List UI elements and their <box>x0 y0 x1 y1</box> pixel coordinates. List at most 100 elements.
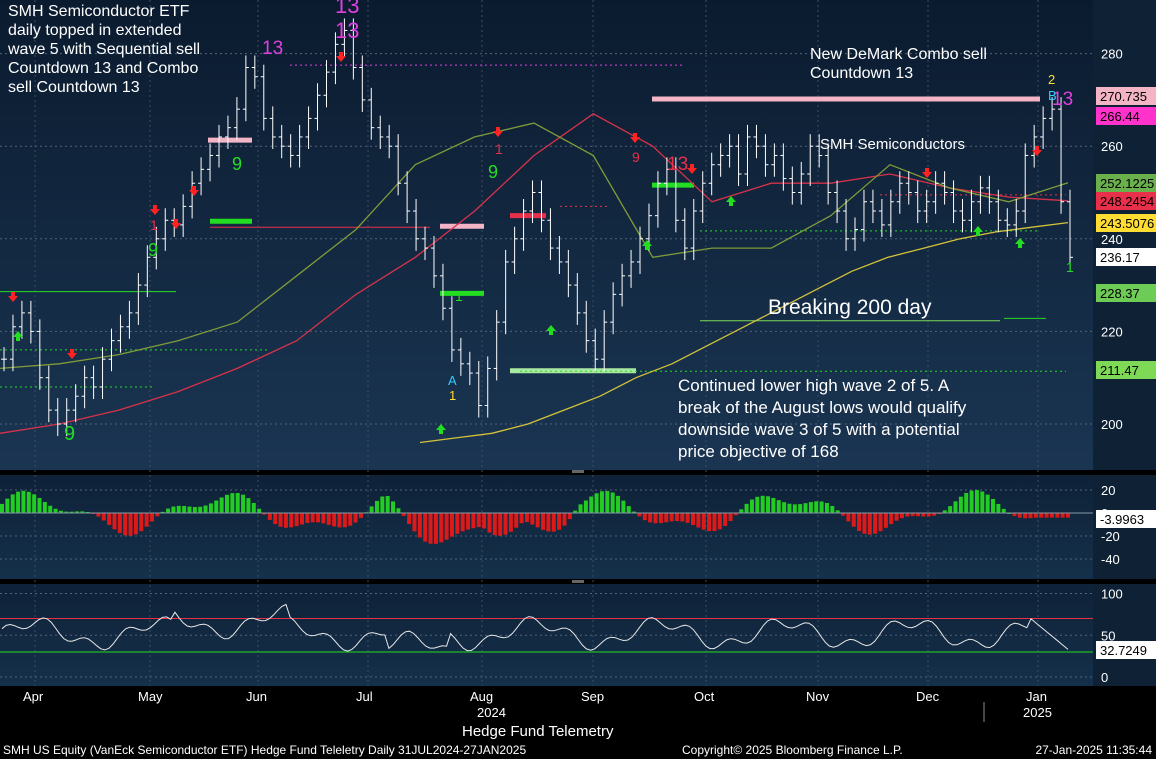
oscillator-bar <box>112 513 117 530</box>
oscillator-bar <box>685 513 690 523</box>
oscillator-bar <box>230 493 235 513</box>
price-tag-text: 228.37 <box>1100 286 1140 301</box>
annotation-line: daily topped in extended <box>8 22 181 39</box>
price-tag-text: 236.17 <box>1100 250 1140 265</box>
oscillator-bar <box>96 513 101 517</box>
oscillator-bar <box>530 513 535 525</box>
splitter-handle[interactable] <box>572 580 584 583</box>
oscillator-bar <box>674 513 679 521</box>
oscillator-bar <box>782 502 787 513</box>
oscillator-bar <box>926 513 931 517</box>
oscillator-bar <box>567 513 572 520</box>
oscillator-bar <box>305 513 310 524</box>
oscillator-bar <box>862 513 867 534</box>
oscillator-bar <box>583 500 588 513</box>
oscillator-bar <box>417 513 422 538</box>
oscillator-bar <box>16 491 21 513</box>
annotation-line: sell Countdown 13 <box>8 79 140 96</box>
oscillator-bar <box>37 497 42 513</box>
oscillator-bar <box>48 505 53 513</box>
oscillator-bar <box>792 504 797 513</box>
oscillator-bar <box>803 503 808 513</box>
oscillator-bar <box>310 513 315 523</box>
annotation-line: wave 5 with Sequential sell <box>7 41 200 58</box>
oscillator-bar <box>958 496 963 513</box>
oscillator-bar <box>557 513 562 530</box>
demark-count-label: 2 <box>1048 72 1055 87</box>
splitter-handle[interactable] <box>572 470 584 473</box>
oscillator-bar <box>53 508 58 513</box>
annotation-line: Countdown 13 <box>810 65 913 82</box>
oscillator-bar <box>101 513 106 521</box>
year-label-2025: 2025 <box>1023 705 1052 720</box>
footer-left: SMH US Equity (VanEck Semiconductor ETF)… <box>3 743 526 757</box>
x-axis-title: Hedge Fund Telemetry <box>462 723 614 740</box>
oscillator-bar <box>824 502 829 513</box>
oscillator-bar <box>251 502 256 513</box>
oscillator-bar <box>991 498 996 513</box>
oscillator-bar <box>133 513 138 535</box>
oscillator-bar <box>653 513 658 524</box>
rsi-last-value-tag-text: 32.7249 <box>1100 643 1147 658</box>
oscillator-bar <box>578 504 583 513</box>
osc-last-value-tag-text: -3.9963 <box>1100 512 1144 527</box>
oscillator-bar <box>755 496 760 513</box>
oscillator-bar <box>385 496 390 513</box>
year-label-2024: 2024 <box>477 705 506 720</box>
oscillator-bar <box>332 513 337 527</box>
price-tag-text: 270.735 <box>1100 89 1147 104</box>
oscillator-bar <box>899 513 904 519</box>
oscillator-bar <box>974 490 979 513</box>
oscillator-bar <box>1017 513 1022 518</box>
oscillator-bar <box>299 513 304 525</box>
oscillator-bar <box>289 513 294 528</box>
demark-count-label: 9 <box>148 240 158 260</box>
chart-canvas: 131313131399 99911112BA1 2002202402602802… <box>0 0 1156 757</box>
oscillator-bar <box>905 513 910 517</box>
annotation-line: New DeMark Combo sell <box>810 46 987 63</box>
oscillator-bar <box>1028 513 1033 519</box>
oscillator-bar <box>42 501 47 513</box>
oscillator-bar <box>867 513 872 535</box>
oscillator-bar <box>316 513 321 523</box>
oscillator-bar <box>208 503 213 513</box>
oscillator-bar <box>471 513 476 529</box>
price-tick-label: 240 <box>1101 232 1123 247</box>
oscillator-bar <box>380 496 385 513</box>
demark-count-label: 13 <box>262 38 283 59</box>
oscillator-bar <box>187 506 192 513</box>
demark-count-label: 9 <box>232 154 242 174</box>
annotation-line: break of the August lows would qualify <box>678 398 967 417</box>
oscillator-bar <box>616 495 621 513</box>
oscillator-bar <box>1033 513 1038 518</box>
month-label: Nov <box>806 689 830 704</box>
oscillator-bar <box>257 508 262 513</box>
oscillator-bar <box>117 513 122 533</box>
oscillator-bar <box>712 513 717 532</box>
oscillator-bar <box>492 513 497 536</box>
oscillator-bar <box>283 513 288 528</box>
oscillator-bar <box>921 513 926 517</box>
oscillator-bar <box>1055 513 1060 518</box>
price-tick-label: 200 <box>1101 417 1123 432</box>
oscillator-bar <box>819 501 824 513</box>
oscillator-bar <box>198 506 203 513</box>
oscillator-bar <box>171 506 176 513</box>
oscillator-bar <box>691 513 696 526</box>
oscillator-bar <box>701 513 706 530</box>
oscillator-bar <box>728 513 733 522</box>
oscillator-bar <box>144 513 149 527</box>
demark-count-label: A <box>448 373 457 388</box>
oscillator-bar <box>610 492 615 513</box>
breaking-annotation: Breaking 200 day <box>768 296 932 319</box>
demark-count-label: 13 <box>667 154 688 175</box>
oscillator-bar <box>749 499 754 513</box>
oscillator-bar <box>948 506 953 513</box>
oscillator-bar <box>723 513 728 526</box>
oscillator-bar <box>760 495 765 513</box>
oscillator-bar <box>953 501 958 513</box>
annotation-line: downside wave 3 of 5 with a potential <box>678 420 960 439</box>
oscillator-bar <box>605 490 610 513</box>
rsi-tick-label: 0 <box>1101 670 1108 685</box>
oscillator-bar <box>669 513 674 522</box>
